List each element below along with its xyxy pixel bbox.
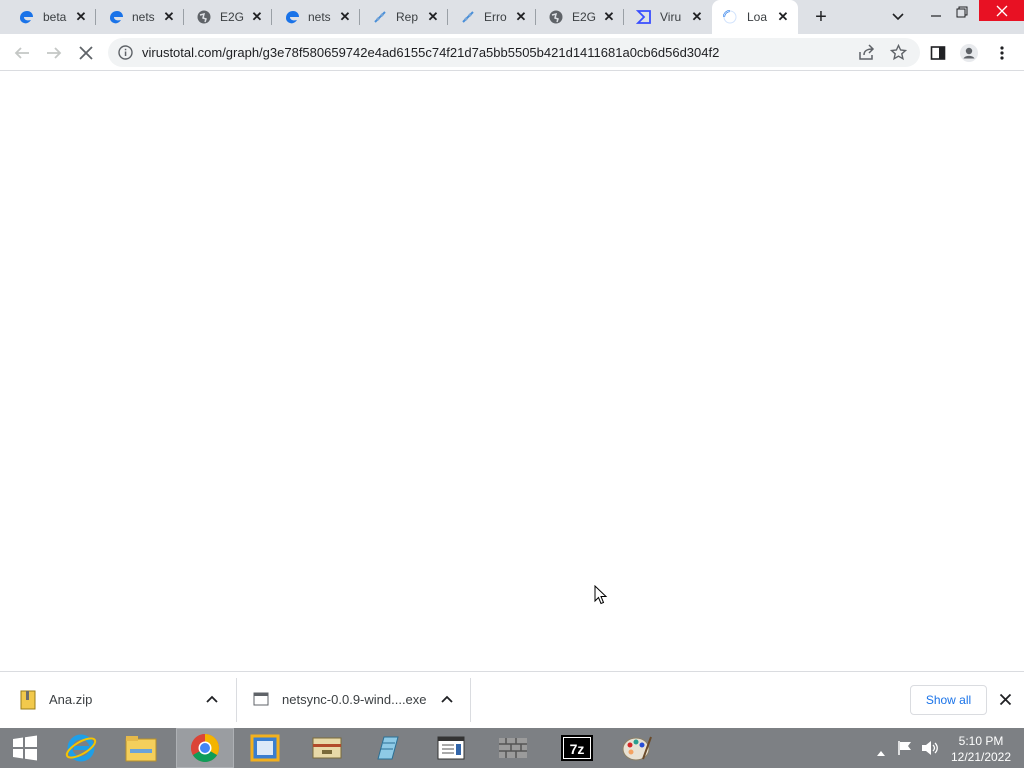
exe-file-icon (253, 692, 269, 711)
tab-title: nets (132, 10, 155, 24)
document-viewer-icon[interactable] (422, 728, 480, 768)
paint-icon[interactable] (608, 728, 666, 768)
new-tab-button[interactable]: + (812, 7, 830, 27)
tab-title: Erro (484, 10, 507, 24)
virustotal-icon (636, 9, 652, 25)
close-icon[interactable]: ✕ (602, 10, 616, 24)
clock-time: 5:10 PM (958, 734, 1004, 748)
tab-5[interactable]: Rep ✕ (360, 0, 448, 34)
action-center-flag-icon[interactable] (897, 740, 913, 761)
tab-title: Loa (747, 10, 768, 24)
tab-4[interactable]: nets ✕ (272, 0, 360, 34)
tab-title: E2G (572, 10, 597, 24)
tab-title: Rep (396, 10, 419, 24)
restore-button[interactable] (947, 0, 977, 24)
chevron-up-icon[interactable] (441, 693, 453, 711)
download-filename: netsync-0.0.9-wind....exe (282, 692, 427, 707)
info-icon[interactable] (118, 45, 133, 65)
forward-arrow-icon[interactable] (44, 43, 64, 63)
close-icon[interactable]: ✕ (338, 10, 352, 24)
notepad-icon[interactable] (358, 728, 416, 768)
chevron-up-icon[interactable] (206, 693, 218, 711)
link-icon (460, 9, 476, 25)
windows-taskbar: 7z 5:10 PM 12/21/2022 (0, 728, 1024, 768)
tab-7[interactable]: E2G ✕ (536, 0, 624, 34)
tray-overflow-icon[interactable] (876, 744, 886, 762)
browser-toolbar: virustotal.com/graph/g3e78f580659742e4ad… (0, 34, 1024, 71)
close-icon[interactable]: ✕ (250, 10, 264, 24)
close-icon[interactable]: ✕ (690, 10, 704, 24)
window-close-button[interactable] (979, 0, 1024, 21)
back-arrow-icon[interactable] (12, 43, 32, 63)
tab-2[interactable]: nets ✕ (96, 0, 184, 34)
tab-1[interactable]: beta ✕ (0, 0, 96, 34)
tab-strip: beta ✕ nets ✕ E2G ✕ nets ✕ Rep ✕ Erro ✕ … (0, 0, 1024, 34)
loading-spinner-icon (722, 9, 738, 25)
edge-blue-icon (284, 9, 300, 25)
edge-blue-icon (18, 9, 34, 25)
tab-title: beta (43, 10, 67, 24)
clock-date: 12/21/2022 (950, 750, 1012, 764)
tab-title: Viru (660, 10, 682, 24)
app-window-icon[interactable] (236, 728, 294, 768)
page-content[interactable] (0, 71, 1024, 671)
close-icon[interactable]: ✕ (514, 10, 528, 24)
mouse-pointer-icon (594, 584, 608, 605)
system-clock[interactable]: 5:10 PM 12/21/2022 (942, 733, 1020, 765)
download-filename: Ana.zip (49, 692, 93, 707)
firewall-icon[interactable] (484, 728, 542, 768)
download-divider (470, 678, 471, 722)
zip-file-icon (20, 690, 36, 715)
link-icon (372, 9, 388, 25)
close-icon[interactable]: ✕ (426, 10, 440, 24)
side-panel-icon[interactable] (928, 43, 948, 63)
file-explorer-icon[interactable] (112, 728, 170, 768)
tab-3[interactable]: E2G ✕ (184, 0, 272, 34)
chrome-icon[interactable] (176, 728, 234, 768)
share-icon[interactable] (858, 44, 875, 66)
profile-avatar-icon[interactable] (959, 43, 979, 63)
tab-9-active[interactable]: Loa ✕ (712, 0, 798, 34)
more-menu-icon[interactable] (992, 43, 1012, 63)
internet-explorer-icon[interactable] (52, 728, 110, 768)
download-item-ana-zip[interactable]: Ana.zip (8, 678, 234, 722)
tab-title: E2G (220, 10, 245, 24)
tab-6[interactable]: Erro ✕ (448, 0, 536, 34)
url-text[interactable]: virustotal.com/graph/g3e78f580659742e4ad… (142, 45, 719, 60)
chevron-down-icon[interactable] (891, 10, 905, 24)
bookmark-star-icon[interactable] (889, 43, 908, 66)
show-all-button[interactable]: Show all (910, 685, 987, 715)
tab-title: nets (308, 10, 331, 24)
globe-icon (196, 9, 212, 25)
close-icon[interactable]: ✕ (162, 10, 176, 24)
7zip-icon[interactable]: 7z (548, 728, 606, 768)
close-icon[interactable]: ✕ (776, 10, 790, 24)
archive-icon[interactable] (298, 728, 356, 768)
tab-8[interactable]: Viru ✕ (624, 0, 712, 34)
stop-loading-icon[interactable] (76, 43, 96, 63)
download-divider (236, 678, 237, 722)
edge-blue-icon (108, 9, 124, 25)
download-bar: Ana.zip netsync-0.0.9-wind....exe Show a… (0, 671, 1024, 728)
download-item-netsync-exe[interactable]: netsync-0.0.9-wind....exe (244, 678, 468, 722)
close-icon[interactable] (999, 693, 1012, 711)
address-bar[interactable]: virustotal.com/graph/g3e78f580659742e4ad… (108, 38, 920, 67)
start-button[interactable] (0, 728, 50, 768)
close-icon[interactable]: ✕ (74, 10, 88, 24)
globe-icon (548, 9, 564, 25)
volume-icon[interactable] (921, 740, 939, 761)
svg-text:7z: 7z (570, 741, 585, 757)
